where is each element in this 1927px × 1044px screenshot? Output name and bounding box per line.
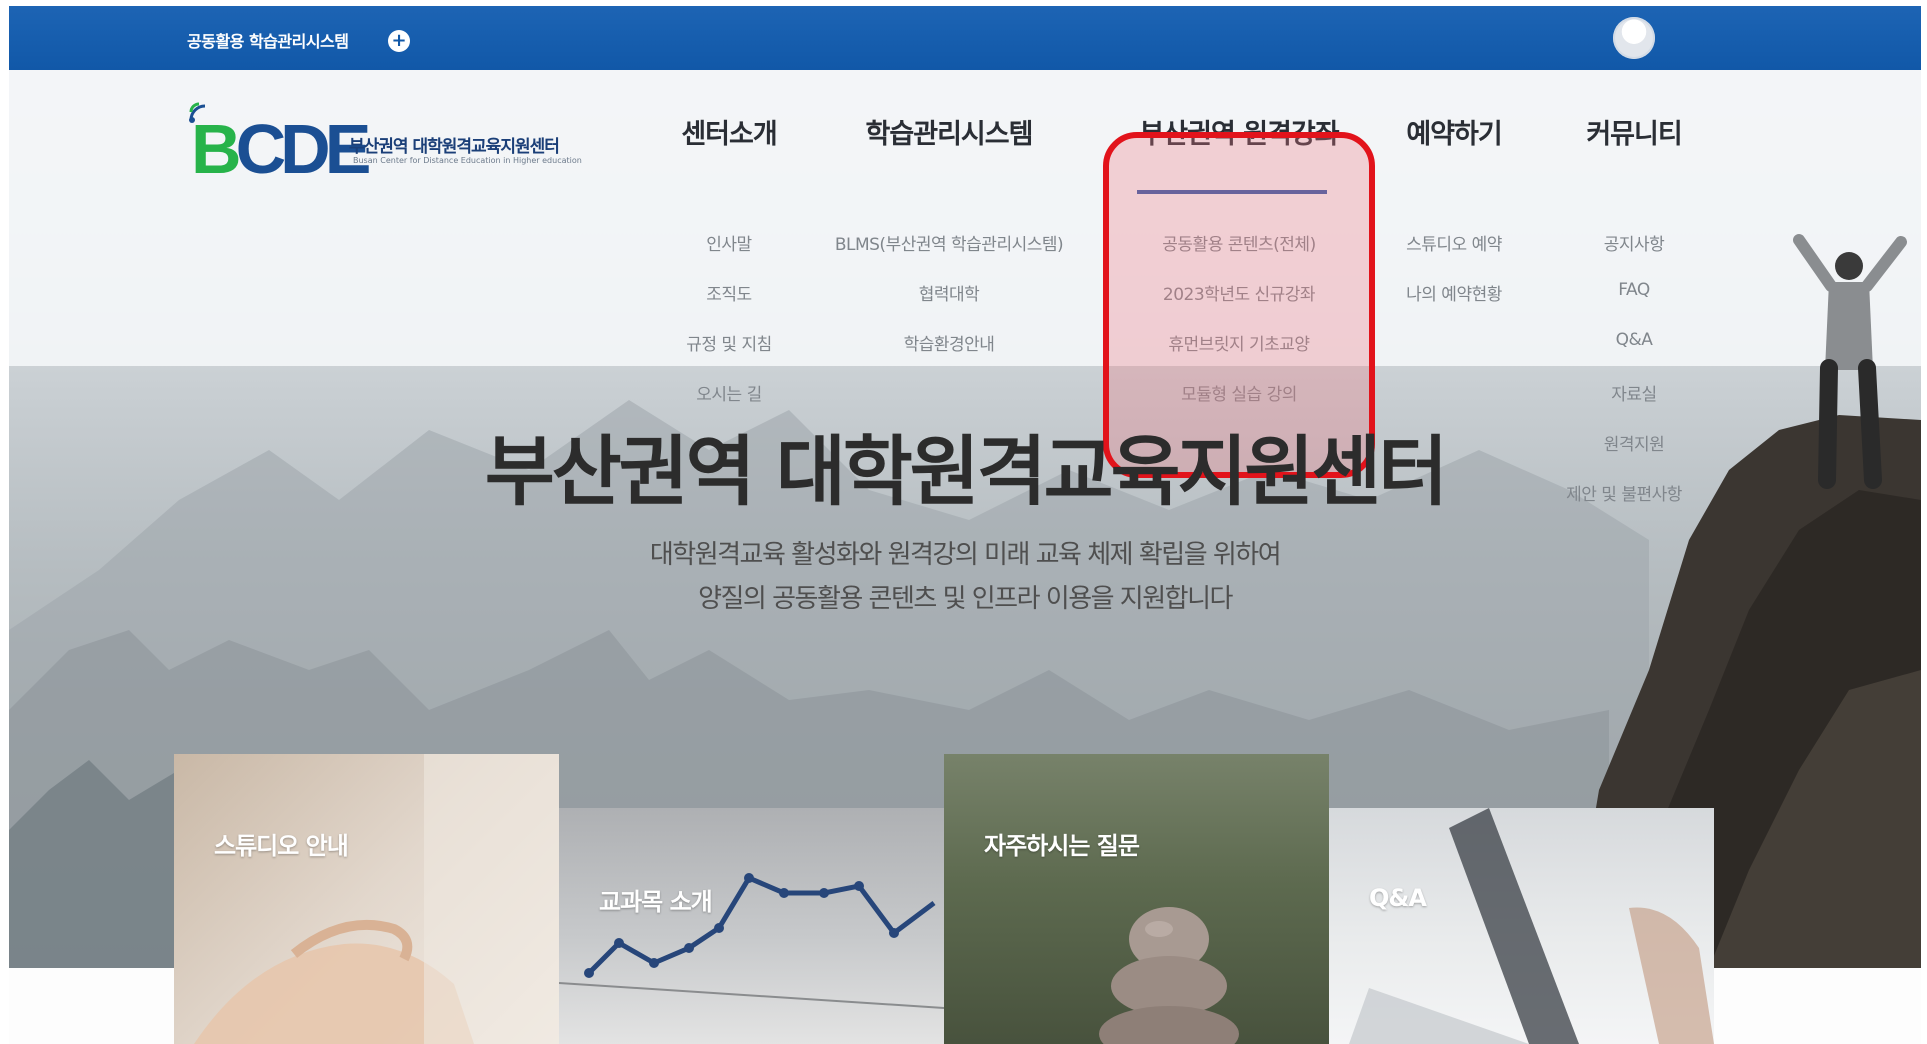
lms-link[interactable]: 공동활용 학습관리시스템 <box>187 28 349 52</box>
submenu-notice[interactable]: 공지사항 <box>1554 230 1714 255</box>
card-course-intro[interactable]: 교과목 소개 <box>559 808 944 1044</box>
submenu-blms[interactable]: BLMS(부산권역 학습관리시스템) <box>809 230 1089 255</box>
card-faq[interactable]: 자주하시는 질문 <box>944 754 1329 1044</box>
submenu-directions[interactable]: 오시는 길 <box>649 380 809 405</box>
logo-letters: BCDE <box>191 110 371 188</box>
nav-reservation[interactable]: 예약하기 <box>1389 112 1519 151</box>
laptop-hands-image <box>1349 808 1714 1044</box>
card-qna[interactable]: Q&A <box>1329 808 1714 1044</box>
submenu-my-reservations[interactable]: 나의 예약현황 <box>1379 280 1529 305</box>
plus-circle-icon[interactable]: + <box>388 30 410 52</box>
submenu-qna[interactable]: Q&A <box>1554 330 1714 350</box>
card-faq-label: 자주하시는 질문 <box>984 832 1140 860</box>
submenu-partner-universities[interactable]: 협력대학 <box>809 280 1089 305</box>
card-qna-label: Q&A <box>1369 884 1427 912</box>
stacked-stones-image <box>1099 907 1239 1044</box>
hero-subtitle-line2: 양질의 공동활용 콘텐츠 및 인프라 이용을 지원합니다 <box>698 584 1233 614</box>
nav-community[interactable]: 커뮤니티 <box>1569 112 1699 151</box>
card-studio-label: 스튜디오 안내 <box>214 832 349 860</box>
top-utility-bar: 공동활용 학습관리시스템 + <box>9 6 1921 71</box>
bcde-logo[interactable]: BCDE 부산권역 대학원격교육지원센터 Busan Center for Di… <box>177 94 617 194</box>
submenu-learning-environment[interactable]: 학습환경안내 <box>809 330 1089 355</box>
user-avatar-icon[interactable] <box>1613 17 1655 59</box>
submenu-studio-reservation[interactable]: 스튜디오 예약 <box>1379 230 1529 255</box>
hero-title: 부산권역 대학원격교육지원센터 <box>484 427 1448 516</box>
browser-frame: 공동활용 학습관리시스템 + BCDE 부산권역 대학원격교육지원센터 Busa… <box>9 6 1921 1044</box>
submenu-organization[interactable]: 조직도 <box>649 280 809 305</box>
submenu-archive[interactable]: 자료실 <box>1554 380 1714 405</box>
submenu-greeting[interactable]: 인사말 <box>649 230 809 255</box>
hands-image <box>194 754 559 1044</box>
submenu-faq[interactable]: FAQ <box>1554 280 1714 300</box>
line-graph-image <box>559 873 944 1009</box>
card-studio-guide[interactable]: 스튜디오 안내 <box>174 754 559 1044</box>
card-course-label: 교과목 소개 <box>599 888 713 916</box>
logo-org-english: Busan Center for Distance Education in H… <box>353 156 582 165</box>
logo-org-name: 부산권역 대학원격교육지원센터 <box>349 137 560 157</box>
nav-lms[interactable]: 학습관리시스템 <box>849 112 1049 151</box>
nav-center-intro[interactable]: 센터소개 <box>659 112 799 151</box>
hero-subtitle-line1: 대학원격교육 활성화와 원격강의 미래 교육 체제 확립을 위하여 <box>649 540 1282 570</box>
submenu-regulations[interactable]: 규정 및 지침 <box>649 330 809 355</box>
